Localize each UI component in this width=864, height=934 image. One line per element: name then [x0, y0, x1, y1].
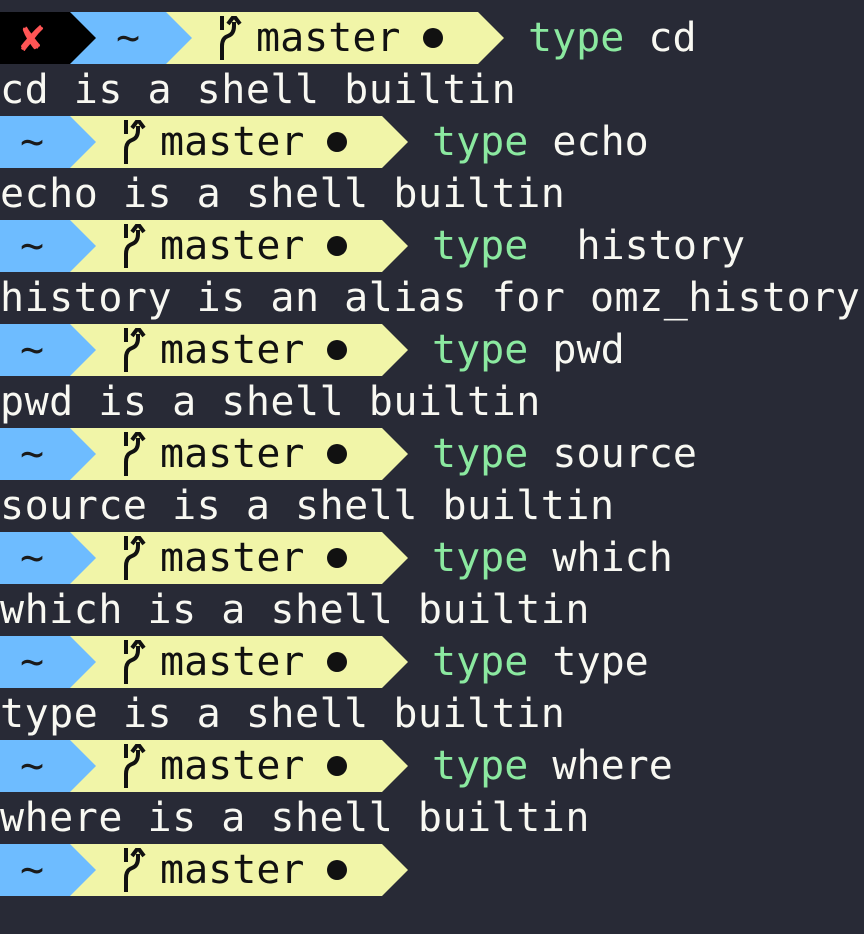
- git-branch-icon: [124, 744, 146, 788]
- command-argument: type: [552, 639, 649, 685]
- prompt-line: ~ master type pwd: [0, 324, 625, 376]
- prompt-line: ~ master type source: [0, 428, 697, 480]
- directory-label: ~: [20, 223, 45, 269]
- branch-name: master: [160, 847, 305, 893]
- branch-name: master: [256, 15, 401, 61]
- git-segment: master: [70, 324, 408, 376]
- git-branch-icon: [124, 432, 146, 476]
- command-keyword: type: [432, 223, 529, 269]
- git-branch-icon: [124, 640, 146, 684]
- git-segment: master: [70, 220, 408, 272]
- branch-name: master: [160, 327, 305, 373]
- directory-segment: ~: [0, 740, 96, 792]
- command-argument: cd: [648, 15, 697, 61]
- command-argument: which: [552, 535, 673, 581]
- branch-name: master: [160, 743, 305, 789]
- directory-segment: ~: [0, 116, 96, 168]
- prompt-line: ~ master type type: [0, 636, 649, 688]
- command-text: type history: [432, 220, 745, 272]
- dirty-dot-icon: [326, 860, 347, 880]
- dirty-dot-icon: [326, 236, 347, 256]
- git-branch-icon: [124, 328, 146, 372]
- directory-label: ~: [20, 327, 45, 373]
- git-segment: master: [70, 428, 408, 480]
- directory-segment: ~: [0, 324, 96, 376]
- error-segment: ✘: [0, 12, 96, 64]
- command-argument: where: [552, 743, 673, 789]
- directory-label: ~: [20, 535, 45, 581]
- branch-name: master: [160, 431, 305, 477]
- command-keyword: type: [432, 327, 529, 373]
- prompt-line: ✘ ~ master type cd: [0, 12, 697, 64]
- command-keyword: type: [528, 15, 625, 61]
- git-branch-icon: [124, 848, 146, 892]
- directory-label: ~: [20, 431, 45, 477]
- output-line: history is an alias for omz_history: [0, 275, 861, 321]
- command-text: type pwd: [432, 324, 625, 376]
- directory-label: ~: [116, 15, 141, 61]
- command-keyword: type: [432, 535, 529, 581]
- branch-name: master: [160, 119, 305, 165]
- current-prompt-line[interactable]: ~ master: [0, 844, 432, 896]
- command-keyword: type: [432, 639, 529, 685]
- command-keyword: type: [432, 743, 529, 789]
- output-line: type is a shell builtin: [0, 691, 566, 737]
- directory-segment: ~: [0, 636, 96, 688]
- command-text: type which: [432, 532, 673, 584]
- git-branch-icon: [124, 536, 146, 580]
- git-segment: master: [70, 844, 408, 896]
- directory-label: ~: [20, 639, 45, 685]
- dirty-dot-icon: [326, 548, 347, 568]
- command-argument: pwd: [552, 327, 625, 373]
- git-branch-icon: [124, 224, 146, 268]
- git-segment: master: [70, 116, 408, 168]
- output-line: which is a shell builtin: [0, 587, 590, 633]
- command-argument: echo: [552, 119, 649, 165]
- branch-name: master: [160, 639, 305, 685]
- directory-label: ~: [20, 119, 45, 165]
- output-line: echo is a shell builtin: [0, 171, 566, 217]
- command-text: type cd: [528, 12, 697, 64]
- git-segment: master: [70, 636, 408, 688]
- dirty-dot-icon: [422, 28, 443, 48]
- command-text: type source: [432, 428, 697, 480]
- command-text: type type: [432, 636, 649, 688]
- git-segment: master: [166, 12, 504, 64]
- prompt-line: ~ master type history: [0, 220, 745, 272]
- prompt-line: ~ master type echo: [0, 116, 649, 168]
- command-keyword: type: [432, 119, 529, 165]
- prompt-line: ~ master type where: [0, 740, 673, 792]
- git-branch-icon: [124, 120, 146, 164]
- dirty-dot-icon: [326, 652, 347, 672]
- directory-segment: ~: [0, 532, 96, 584]
- command-text: type where: [432, 740, 673, 792]
- dirty-dot-icon: [326, 340, 347, 360]
- command-keyword: type: [432, 431, 529, 477]
- git-branch-icon: [220, 16, 242, 60]
- branch-name: master: [160, 223, 305, 269]
- directory-label: ~: [20, 847, 45, 893]
- dirty-dot-icon: [326, 132, 347, 152]
- directory-segment: ~: [0, 844, 96, 896]
- git-segment: master: [70, 532, 408, 584]
- command-argument: source: [552, 431, 697, 477]
- directory-segment: ~: [0, 220, 96, 272]
- output-line: where is a shell builtin: [0, 795, 590, 841]
- error-icon: ✘: [20, 15, 45, 61]
- prompt-line: ~ master type which: [0, 532, 673, 584]
- dirty-dot-icon: [326, 756, 347, 776]
- output-line: cd is a shell builtin: [0, 67, 517, 113]
- directory-segment: ~: [0, 428, 96, 480]
- dirty-dot-icon: [326, 444, 347, 464]
- command-argument: history: [552, 223, 746, 269]
- command-text: type echo: [432, 116, 649, 168]
- output-line: pwd is a shell builtin: [0, 379, 541, 425]
- branch-name: master: [160, 535, 305, 581]
- output-line: source is a shell builtin: [0, 483, 615, 529]
- directory-label: ~: [20, 743, 45, 789]
- git-segment: master: [70, 740, 408, 792]
